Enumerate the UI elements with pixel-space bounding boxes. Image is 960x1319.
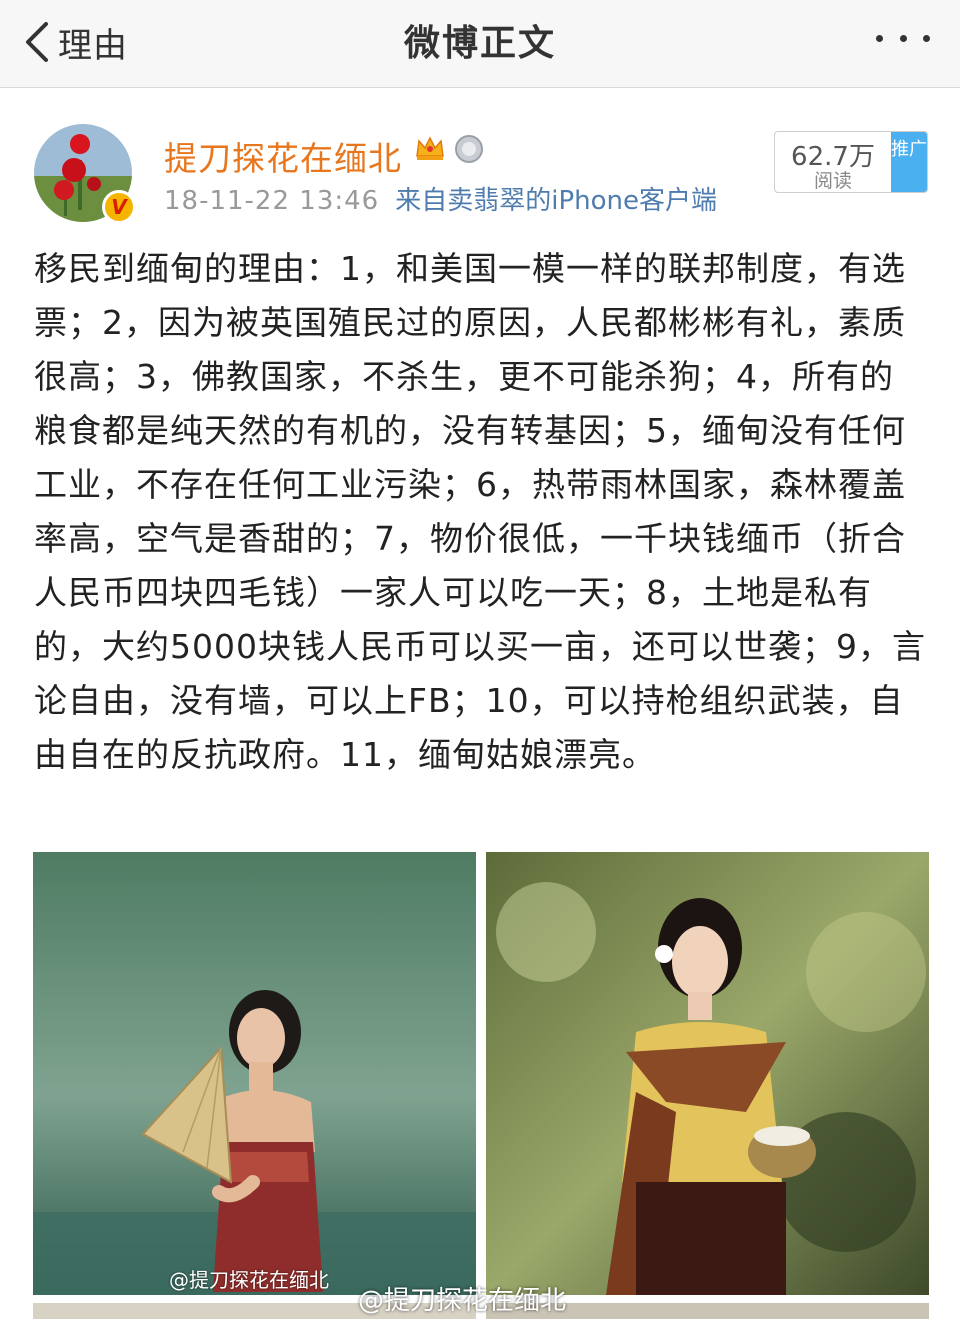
user-name[interactable]: 提刀探花在缅北	[164, 132, 402, 180]
page-watermark: @提刀探花在缅北	[358, 1286, 567, 1316]
more-dot	[899, 34, 907, 42]
more-dots-icon	[876, 34, 883, 42]
more-button[interactable]	[876, 26, 930, 50]
medal-icon[interactable]	[454, 134, 484, 164]
image-watermark: @提刀探花在缅北	[169, 1268, 329, 1292]
vip-crown-icon[interactable]	[414, 132, 446, 164]
post-text: 移民到缅甸的理由：1，和美国一模一样的联邦制度，有选票；2，因为被英国殖民过的原…	[34, 249, 926, 774]
post-meta: 18-11-22 13:46 来自卖翡翠的iPhone客户端	[164, 180, 717, 217]
post-time: 18-11-22 13:46	[164, 186, 380, 216]
post-image-1[interactable]: @提刀探花在缅北	[33, 852, 476, 1295]
verified-v-icon: V	[102, 190, 136, 224]
more-dot	[923, 34, 930, 42]
read-label: 阅读	[813, 170, 852, 192]
post-image-2[interactable]	[486, 852, 929, 1295]
read-count-box: 62.7万 阅读 推广	[774, 131, 928, 193]
promote-button[interactable]: 推广	[891, 132, 927, 192]
post-source-link[interactable]: 来自卖翡翠的iPhone客户端	[395, 186, 717, 216]
navigation-bar: 理由 微博正文	[0, 0, 960, 88]
page-title: 微博正文	[403, 23, 556, 64]
